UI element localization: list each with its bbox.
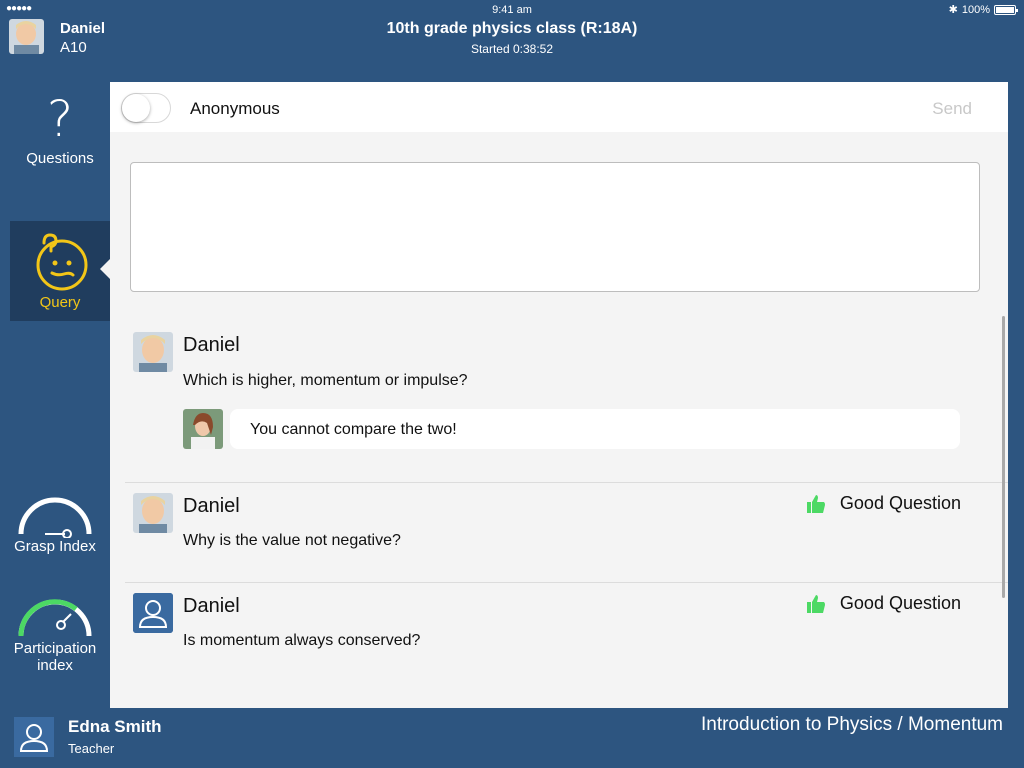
teacher-name: Edna Smith — [68, 717, 162, 736]
good-question-label: Good Question — [839, 593, 961, 613]
status-time: 9:41 am — [492, 4, 532, 16]
footer-bar: Edna Smith Teacher Introduction to Physi… — [0, 708, 1024, 768]
anonymous-toggle[interactable] — [121, 93, 171, 123]
sidebar-item-label: Query — [39, 294, 81, 311]
author-name: Daniel — [183, 334, 240, 356]
class-timer: Started 0:38:52 — [470, 42, 554, 56]
good-question-label: Good Question — [839, 493, 961, 513]
sidebar-item-label: Questions — [26, 150, 94, 167]
author-avatar — [133, 332, 173, 372]
sidebar-item-questions[interactable]: ? Questions — [10, 82, 110, 192]
question-item[interactable]: Daniel Why is the value not negative? Go… — [125, 482, 1008, 582]
thumbs-up-icon — [806, 594, 825, 613]
breadcrumb[interactable]: Introduction to Physics / Momentum — [701, 714, 1003, 736]
gauge-icon — [18, 497, 92, 538]
author-avatar — [133, 493, 173, 533]
battery-percent: 100% — [961, 3, 990, 16]
question-item[interactable]: Daniel Is momentum always conserved? Goo… — [125, 582, 1008, 682]
good-question-badge[interactable]: Good Question — [806, 493, 961, 514]
sidebar-item-participation-index[interactable]: Participation index — [0, 592, 110, 692]
sidebar-item-label: Grasp Index — [14, 538, 96, 555]
teacher-role: Teacher — [68, 741, 115, 756]
compose-toolbar: Anonymous Send — [110, 82, 1008, 132]
question-mark-icon: ? — [46, 90, 74, 148]
sidebar-item-label: Participation index — [13, 640, 97, 674]
confused-face-icon — [36, 233, 88, 291]
battery-icon — [994, 4, 1018, 15]
header-bar: ●●●●● 9:41 am ✱ 100% Daniel A10 10th gra… — [0, 0, 1024, 64]
anonymous-label: Anonymous — [190, 99, 280, 118]
author-name: Daniel — [183, 495, 240, 517]
question-text: Why is the value not negative? — [183, 532, 401, 549]
good-question-badge[interactable]: Good Question — [806, 593, 961, 614]
teacher-reply-avatar — [183, 409, 223, 449]
scrollbar[interactable] — [1002, 316, 1005, 598]
teacher-reply-bubble: You cannot compare the two! — [230, 409, 960, 449]
question-text: Which is higher, momentum or impulse? — [183, 372, 468, 389]
toggle-knob[interactable] — [122, 94, 150, 122]
class-title: 10th grade physics class (R:18A) — [386, 20, 638, 37]
anonymous-avatar-icon — [133, 593, 173, 633]
teacher-avatar-icon[interactable] — [14, 717, 54, 757]
gauge-icon — [18, 599, 92, 637]
question-item[interactable]: Daniel Which is higher, momentum or impu… — [125, 332, 1008, 482]
query-input[interactable] — [130, 162, 980, 292]
query-panel: Anonymous Send Daniel Which is higher, m… — [110, 82, 1008, 708]
author-name: Daniel — [183, 595, 240, 617]
battery-status: ✱ 100% — [948, 3, 1018, 16]
question-text: Is momentum always conserved? — [183, 632, 421, 649]
sidebar-item-grasp-index[interactable]: Grasp Index — [0, 490, 110, 570]
sidebar-item-query[interactable]: Query — [10, 221, 110, 321]
bluetooth-icon: ✱ — [948, 4, 958, 16]
send-button[interactable]: Send — [932, 99, 972, 119]
thumbs-up-icon — [806, 494, 825, 513]
